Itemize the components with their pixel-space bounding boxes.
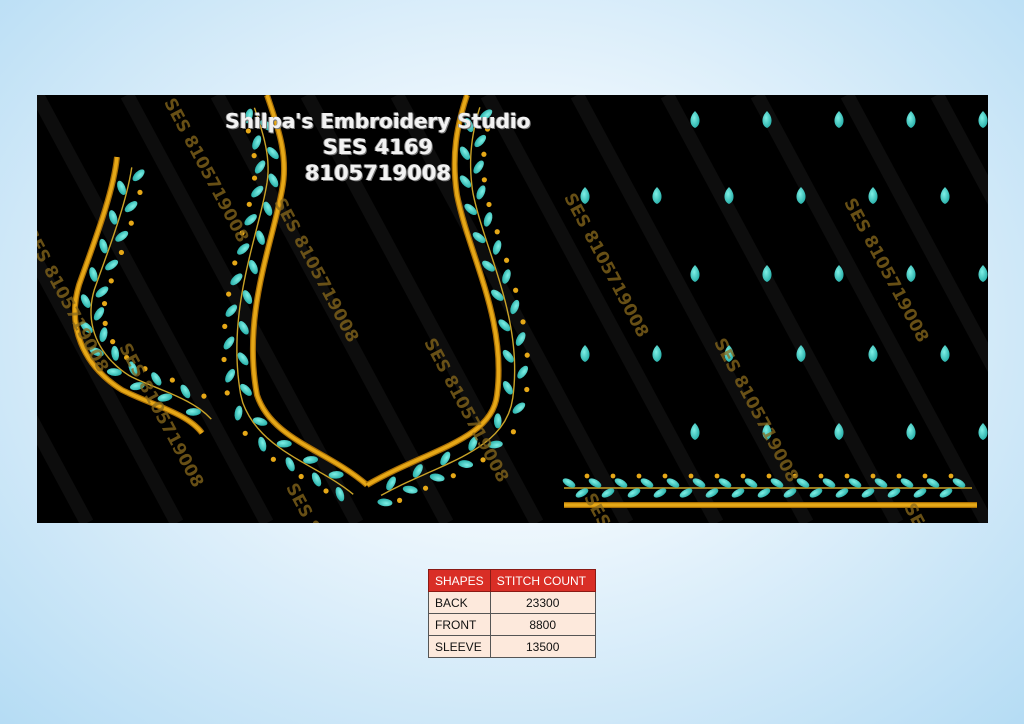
- table-row: SLEEVE 13500: [428, 635, 596, 658]
- shape-cell: SLEEVE: [428, 635, 491, 658]
- leaf: [517, 365, 529, 379]
- berry: [740, 473, 746, 479]
- berry: [503, 257, 510, 263]
- berry: [298, 473, 304, 480]
- berry: [486, 201, 492, 208]
- header-stitch-count: STITCH COUNT: [489, 569, 596, 592]
- leaf: [458, 460, 474, 468]
- leaf: [492, 240, 502, 255]
- berry: [224, 390, 230, 396]
- leaf-butta: [940, 345, 950, 362]
- berry: [118, 249, 125, 256]
- berry: [102, 320, 108, 326]
- leaf-butta: [690, 265, 700, 282]
- leaf: [483, 212, 493, 227]
- header-shapes: SHAPES: [428, 569, 491, 592]
- leaf: [95, 286, 109, 298]
- berry: [270, 456, 276, 462]
- table-row: FRONT 8800: [428, 613, 596, 636]
- berry: [524, 352, 530, 358]
- leaf-butta: [978, 111, 988, 128]
- berry: [870, 473, 876, 479]
- leaf-butta: [652, 345, 662, 362]
- berry: [662, 473, 668, 479]
- berry: [584, 473, 590, 479]
- berry: [610, 473, 616, 479]
- berry: [714, 473, 720, 479]
- berry: [108, 278, 114, 284]
- berry: [101, 300, 108, 307]
- berry: [242, 430, 248, 436]
- berry: [520, 319, 526, 325]
- berry: [636, 473, 642, 479]
- leaf: [276, 439, 292, 448]
- berry: [128, 220, 134, 226]
- studio-name: Shilpa's Embroidery Studio: [225, 109, 531, 133]
- embroidery-design-preview: SES 8105719008 SES 8105719008 SES 81057190…: [37, 95, 988, 523]
- stitch-count-table: SHAPES STITCH COUNT BACK 23300 FRONT 880…: [428, 569, 596, 658]
- berry: [510, 429, 516, 435]
- table-row: BACK 23300: [428, 591, 596, 614]
- leaf-butta: [978, 265, 988, 282]
- shape-cell: FRONT: [428, 613, 491, 636]
- berry: [844, 473, 850, 479]
- berry: [524, 386, 530, 393]
- leaf-butta: [940, 187, 950, 204]
- leaf: [234, 405, 243, 421]
- leaf-butta: [690, 111, 700, 128]
- phone-number: 8105719008: [304, 161, 452, 185]
- berry: [201, 393, 207, 399]
- berry: [110, 339, 116, 345]
- berry: [766, 473, 772, 479]
- leaf: [377, 498, 393, 507]
- leaf: [258, 436, 267, 452]
- leaf-butta: [868, 187, 878, 204]
- count-cell: 8800: [489, 613, 596, 636]
- berry: [513, 287, 519, 293]
- leaf-butta: [906, 111, 916, 128]
- leaf: [225, 368, 236, 383]
- berry: [232, 260, 238, 266]
- leaf-butta: [868, 345, 878, 362]
- leaf: [105, 259, 119, 271]
- leaf-butta: [978, 423, 988, 440]
- leaf: [476, 185, 486, 200]
- leaf-butta: [906, 423, 916, 440]
- berry: [221, 356, 227, 363]
- leaf: [124, 201, 138, 213]
- berry: [922, 473, 928, 479]
- count-cell: 13500: [489, 635, 596, 658]
- berry: [494, 229, 500, 235]
- leaf: [493, 413, 502, 429]
- berry: [688, 473, 694, 479]
- leaf: [93, 307, 105, 321]
- shape-cell: BACK: [428, 591, 491, 614]
- berry: [948, 473, 954, 479]
- berry: [222, 323, 228, 329]
- leaf: [512, 402, 526, 414]
- berry: [137, 189, 143, 196]
- leaf-butta: [906, 265, 916, 282]
- berry: [450, 473, 456, 479]
- berry: [818, 473, 824, 479]
- leaf-butta: [834, 111, 844, 128]
- berry: [323, 488, 329, 494]
- berry: [226, 291, 232, 297]
- leaf: [223, 336, 235, 350]
- berry: [246, 201, 252, 207]
- berry: [169, 377, 175, 383]
- table-header-row: SHAPES STITCH COUNT: [428, 569, 596, 592]
- leaf-butta: [690, 423, 700, 440]
- leaf-butta: [580, 345, 590, 362]
- leaf-butta: [652, 187, 662, 204]
- berry: [422, 485, 429, 491]
- design-code: SES 4169: [322, 135, 434, 159]
- berry: [396, 497, 403, 503]
- leaf: [132, 169, 145, 182]
- leaf: [402, 485, 418, 494]
- count-cell: 23300: [489, 591, 596, 614]
- leaf: [99, 327, 108, 343]
- berry: [896, 473, 902, 479]
